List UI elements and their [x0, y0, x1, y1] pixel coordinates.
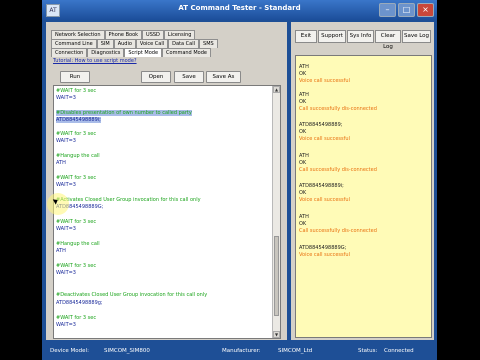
- save-log-button[interactable]: Save Log: [402, 30, 431, 43]
- script-line: WAIT=3: [56, 182, 76, 188]
- script-line: #WAIT for 3 sec: [56, 131, 97, 137]
- log-panel: Exit Support Sys Info Clear Log ATH OK V…: [291, 22, 434, 340]
- tab-voice-call[interactable]: Voice Call: [135, 39, 169, 48]
- script-panel: Network Selection Phone Book USSD Licens…: [46, 22, 287, 340]
- log-line: Voice call successful: [299, 197, 350, 203]
- log-output[interactable]: ATH OK Voice call successful ATH OK Call…: [295, 55, 432, 338]
- tab-audio[interactable]: Audio: [113, 39, 136, 48]
- device-model-value: SIMCOM_SIM800: [104, 348, 150, 354]
- maximize-icon[interactable]: □: [398, 3, 415, 17]
- script-line: #WAIT for 3 sec: [56, 175, 97, 181]
- script-line: #Activates Closed User Group invocation …: [56, 197, 201, 203]
- connection-status: Connected: [384, 348, 414, 354]
- log-line: OK: [299, 71, 307, 77]
- exit-button[interactable]: Exit: [295, 30, 317, 43]
- save-button[interactable]: Save: [174, 71, 204, 83]
- log-line: ATH: [299, 214, 309, 220]
- script-line: ATD8845498889i;: [56, 117, 101, 123]
- script-scrollbar[interactable]: ▲ ▼: [272, 86, 280, 338]
- save-as-button[interactable]: Save As: [206, 71, 241, 83]
- log-line: ATH: [299, 92, 309, 98]
- tab-network-selection[interactable]: Network Selection: [51, 30, 105, 39]
- tab-script-mode[interactable]: Script Mode: [124, 48, 163, 57]
- scroll-up-icon[interactable]: ▲: [273, 86, 280, 93]
- tab-command-mode[interactable]: Command Mode: [162, 48, 211, 57]
- tab-phone-book[interactable]: Phone Book: [104, 30, 143, 39]
- log-line: ATH: [299, 153, 309, 159]
- script-line: WAIT=3: [56, 138, 76, 144]
- log-line: ATD8845498889;: [299, 122, 343, 128]
- run-button[interactable]: Run: [60, 71, 90, 83]
- status-label: Status:: [358, 348, 378, 354]
- tab-licensing[interactable]: Licensing: [163, 30, 196, 39]
- script-line: #WAIT for 3 sec: [56, 315, 97, 321]
- log-line: Voice call successful: [299, 78, 350, 84]
- tab-connection[interactable]: Connection: [51, 48, 88, 57]
- log-line: ATD8845498889G;: [299, 245, 347, 251]
- title-bar: AT AT Command Tester - Standard – □ ×: [42, 0, 437, 20]
- log-line: Call successfully dis-connected: [299, 228, 377, 234]
- script-line: #Hangup the call: [56, 241, 100, 247]
- tab-command-line[interactable]: Command Line: [51, 39, 97, 48]
- status-bar: Device Model: SIMCOM_SIM800 Manufacturer…: [42, 342, 437, 360]
- script-line: WAIT=3: [56, 270, 76, 276]
- log-line: OK: [299, 160, 307, 166]
- log-line: Voice call successful: [299, 252, 350, 258]
- log-line: Call successfully dis-connected: [299, 167, 377, 173]
- script-line: ATH: [56, 248, 66, 254]
- sys-info-button[interactable]: Sys Info: [347, 30, 374, 43]
- tab-data-call[interactable]: Data Call: [168, 39, 200, 48]
- log-line: ATH: [299, 64, 309, 70]
- script-editor[interactable]: #WAIT for 3 sec WAIT=3 #Disables present…: [53, 85, 281, 339]
- clear-log-button[interactable]: Clear Log: [375, 30, 401, 50]
- script-line: WAIT=3: [56, 226, 76, 232]
- script-line: WAIT=3: [56, 95, 76, 101]
- script-line: ATH: [56, 160, 66, 166]
- log-line: Call successfully dis-connected: [299, 106, 377, 112]
- window-title: AT Command Tester - Standard: [178, 4, 301, 12]
- open-button[interactable]: Open: [141, 71, 171, 83]
- tab-diagnostics[interactable]: Diagnostics: [87, 48, 125, 57]
- script-line: #WAIT for 3 sec: [56, 88, 97, 94]
- close-icon[interactable]: ×: [417, 3, 434, 17]
- script-line: ATD8845498889g;: [56, 300, 103, 306]
- log-line: ATD8845498889i;: [299, 183, 344, 189]
- log-line: OK: [299, 129, 307, 135]
- manufacturer-value: SIMCOM_Ltd: [278, 348, 313, 354]
- script-line: #Hangup the call: [56, 153, 100, 159]
- scroll-down-icon[interactable]: ▼: [273, 331, 280, 338]
- scroll-thumb[interactable]: [274, 236, 279, 316]
- script-line: WAIT=3: [56, 322, 76, 328]
- mouse-cursor-icon: [47, 193, 69, 215]
- script-line: #WAIT for 3 sec: [56, 219, 97, 225]
- tab-sms[interactable]: SMS: [199, 39, 218, 48]
- log-line: OK: [299, 221, 307, 227]
- log-line: OK: [299, 99, 307, 105]
- tab-ussd[interactable]: USSD: [142, 30, 164, 39]
- manufacturer-label: Manufacturer:: [222, 348, 261, 354]
- minimize-icon[interactable]: –: [379, 3, 396, 17]
- app-window: AT AT Command Tester - Standard – □ × Ne…: [42, 0, 437, 360]
- log-line: Voice call successful: [299, 136, 350, 142]
- support-button[interactable]: Support: [318, 30, 346, 43]
- script-line: #Disables presentation of own number to …: [56, 110, 192, 116]
- script-line: #WAIT for 3 sec: [56, 263, 97, 269]
- tab-sim[interactable]: SIM: [96, 39, 114, 48]
- tutorial-link[interactable]: Tutorial: How to use script mode?: [53, 58, 137, 64]
- device-model-label: Device Model:: [50, 348, 89, 354]
- script-line: #Deactivates Closed User Group invocatio…: [56, 292, 208, 298]
- log-line: OK: [299, 190, 307, 196]
